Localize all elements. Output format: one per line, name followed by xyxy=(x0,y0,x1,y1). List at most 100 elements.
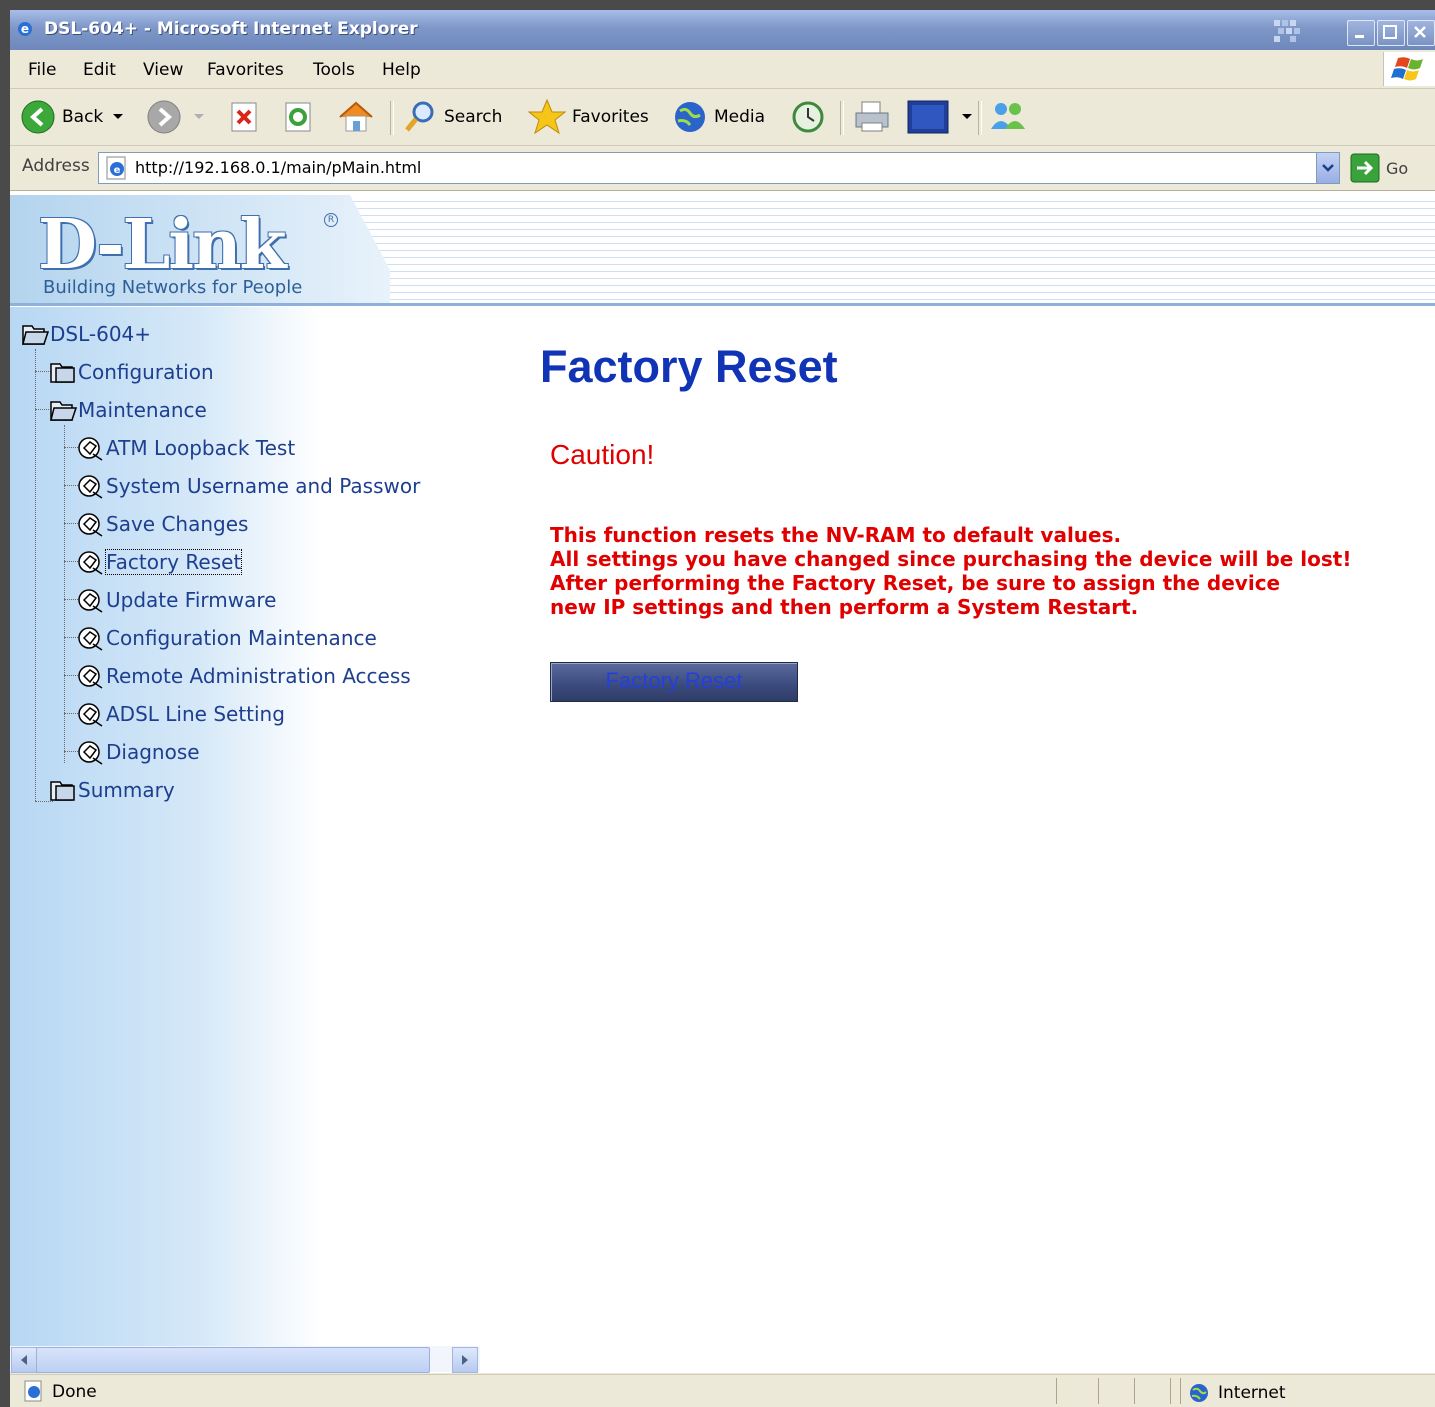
page-tool-icon xyxy=(78,627,103,651)
address-dropdown-button[interactable] xyxy=(1316,153,1339,183)
tree-configuration[interactable]: Configuration xyxy=(48,357,214,387)
maximize-icon xyxy=(1383,25,1397,39)
edit-dropdown-icon[interactable] xyxy=(960,112,974,122)
page-tool-icon xyxy=(78,475,103,499)
address-bar: Address e http://192.168.0.1/main/pMain.… xyxy=(10,146,1435,191)
history-button[interactable] xyxy=(790,97,826,137)
menu-view[interactable]: View xyxy=(143,60,183,80)
tree-item-save-changes[interactable]: Save Changes xyxy=(76,509,248,539)
messenger-button[interactable] xyxy=(988,97,1028,137)
folder-icon xyxy=(50,781,75,801)
favorites-button[interactable]: Favorites xyxy=(528,97,649,137)
windows-flag-icon xyxy=(1391,57,1423,81)
refresh-button[interactable] xyxy=(282,97,316,137)
ie-icon: e xyxy=(18,22,32,36)
edit-page-icon xyxy=(907,100,949,134)
page-tool-icon xyxy=(78,741,103,765)
home-icon xyxy=(339,101,373,132)
back-arrow-icon xyxy=(21,100,55,134)
address-label: Address xyxy=(22,156,90,176)
open-folder-icon xyxy=(22,325,50,345)
scroll-right-button[interactable] xyxy=(452,1347,478,1373)
back-button[interactable]: Back xyxy=(20,97,125,137)
menu-favorites[interactable]: Favorites xyxy=(207,60,284,80)
title-bar: e DSL-604+ - Microsoft Internet Explorer xyxy=(10,10,1435,50)
tree-item-remote-administration-access[interactable]: Remote Administration Access xyxy=(76,661,411,691)
media-globe-icon xyxy=(675,102,705,132)
factory-reset-button[interactable]: Factory Reset xyxy=(550,662,798,702)
arrow-right-icon xyxy=(462,1355,468,1365)
tree-root-dsl-604[interactable]: DSL-604+ xyxy=(20,319,151,349)
back-dropdown-icon[interactable] xyxy=(111,112,125,122)
tree-item-label: Update Firmware xyxy=(106,588,277,612)
tree-item-factory-reset[interactable]: Factory Reset xyxy=(76,547,243,577)
status-text: Done xyxy=(52,1382,97,1402)
warning-line: All settings you have changed since purc… xyxy=(550,547,1352,571)
back-label: Back xyxy=(62,107,104,127)
forward-button[interactable] xyxy=(146,97,206,137)
tree-root-label: DSL-604+ xyxy=(50,322,152,346)
tree-summary[interactable]: Summary xyxy=(48,775,175,805)
main-content: Factory Reset Caution! This function res… xyxy=(480,307,1435,1373)
go-button[interactable]: Go xyxy=(1350,152,1430,184)
media-button[interactable]: Media xyxy=(672,97,765,137)
tree-item-system-username-password[interactable]: System Username and Passwor xyxy=(76,471,420,501)
search-button[interactable]: Search xyxy=(402,97,502,137)
scroll-thumb[interactable] xyxy=(36,1347,430,1373)
home-button[interactable] xyxy=(336,97,376,137)
forward-dropdown-icon[interactable] xyxy=(192,112,206,122)
warning-line: new IP settings and then perform a Syste… xyxy=(550,595,1139,619)
page-content-area: D-Link R Building Networks for People DS… xyxy=(10,191,1435,1373)
stop-button[interactable] xyxy=(228,97,262,137)
search-label: Search xyxy=(444,107,503,127)
stop-icon xyxy=(231,102,257,132)
search-icon xyxy=(405,101,434,132)
tree-maintenance[interactable]: Maintenance xyxy=(48,395,207,425)
address-url: http://192.168.0.1/main/pMain.html xyxy=(135,158,422,177)
tree-configuration-label: Configuration xyxy=(78,360,214,384)
menu-file[interactable]: File xyxy=(28,60,56,80)
edit-button[interactable] xyxy=(906,97,974,137)
page-icon: e xyxy=(106,156,126,180)
menu-help[interactable]: Help xyxy=(382,60,421,80)
refresh-icon xyxy=(285,102,311,132)
tree-item-adsl-line-setting[interactable]: ADSL Line Setting xyxy=(76,699,285,729)
warning-line: After performing the Factory Reset, be s… xyxy=(550,571,1281,595)
tree-item-configuration-maintenance[interactable]: Configuration Maintenance xyxy=(76,623,377,653)
svg-text:e: e xyxy=(114,165,121,176)
print-button[interactable] xyxy=(852,97,892,137)
open-folder-icon xyxy=(50,401,78,421)
address-input[interactable]: e http://192.168.0.1/main/pMain.html xyxy=(98,152,1340,184)
scroll-left-button[interactable] xyxy=(11,1347,37,1373)
navigation-tree: DSL-604+ Configuration Maintenance ATM L… xyxy=(10,307,480,1373)
dlink-logo: D-Link xyxy=(38,205,287,285)
go-arrow-icon xyxy=(1350,153,1380,183)
menu-bar: File Edit View Favorites Tools Help xyxy=(10,50,1435,89)
page-tool-icon xyxy=(78,703,103,727)
tree-summary-label: Summary xyxy=(78,778,175,802)
page-tool-icon xyxy=(78,551,103,575)
caution-heading: Caution! xyxy=(550,439,655,470)
title-grid-decoration-icon xyxy=(1274,20,1300,42)
menu-tools[interactable]: Tools xyxy=(313,60,355,80)
chevron-down-icon xyxy=(1322,164,1334,172)
media-label: Media xyxy=(714,107,766,127)
close-icon xyxy=(1414,26,1426,38)
favorites-label: Favorites xyxy=(572,107,649,127)
menu-edit[interactable]: Edit xyxy=(83,60,116,80)
page-tool-icon xyxy=(78,589,103,613)
tree-horizontal-scrollbar[interactable] xyxy=(10,1346,480,1373)
toolbar: Back Search Favorites Media xyxy=(10,89,1435,146)
status-bar: Done Internet xyxy=(10,1374,1435,1407)
tree-item-label: ATM Loopback Test xyxy=(106,436,296,460)
registered-mark-icon: R xyxy=(324,213,338,227)
tree-item-atm-loopback-test[interactable]: ATM Loopback Test xyxy=(76,433,295,463)
windows-logo xyxy=(1383,52,1435,86)
svg-text:e: e xyxy=(21,22,29,36)
dlink-tagline: Building Networks for People xyxy=(43,277,303,298)
maximize-button[interactable] xyxy=(1377,20,1405,46)
tree-item-diagnose[interactable]: Diagnose xyxy=(76,737,200,767)
close-button[interactable] xyxy=(1407,20,1435,46)
tree-item-update-firmware[interactable]: Update Firmware xyxy=(76,585,276,615)
minimize-button[interactable] xyxy=(1347,20,1375,46)
